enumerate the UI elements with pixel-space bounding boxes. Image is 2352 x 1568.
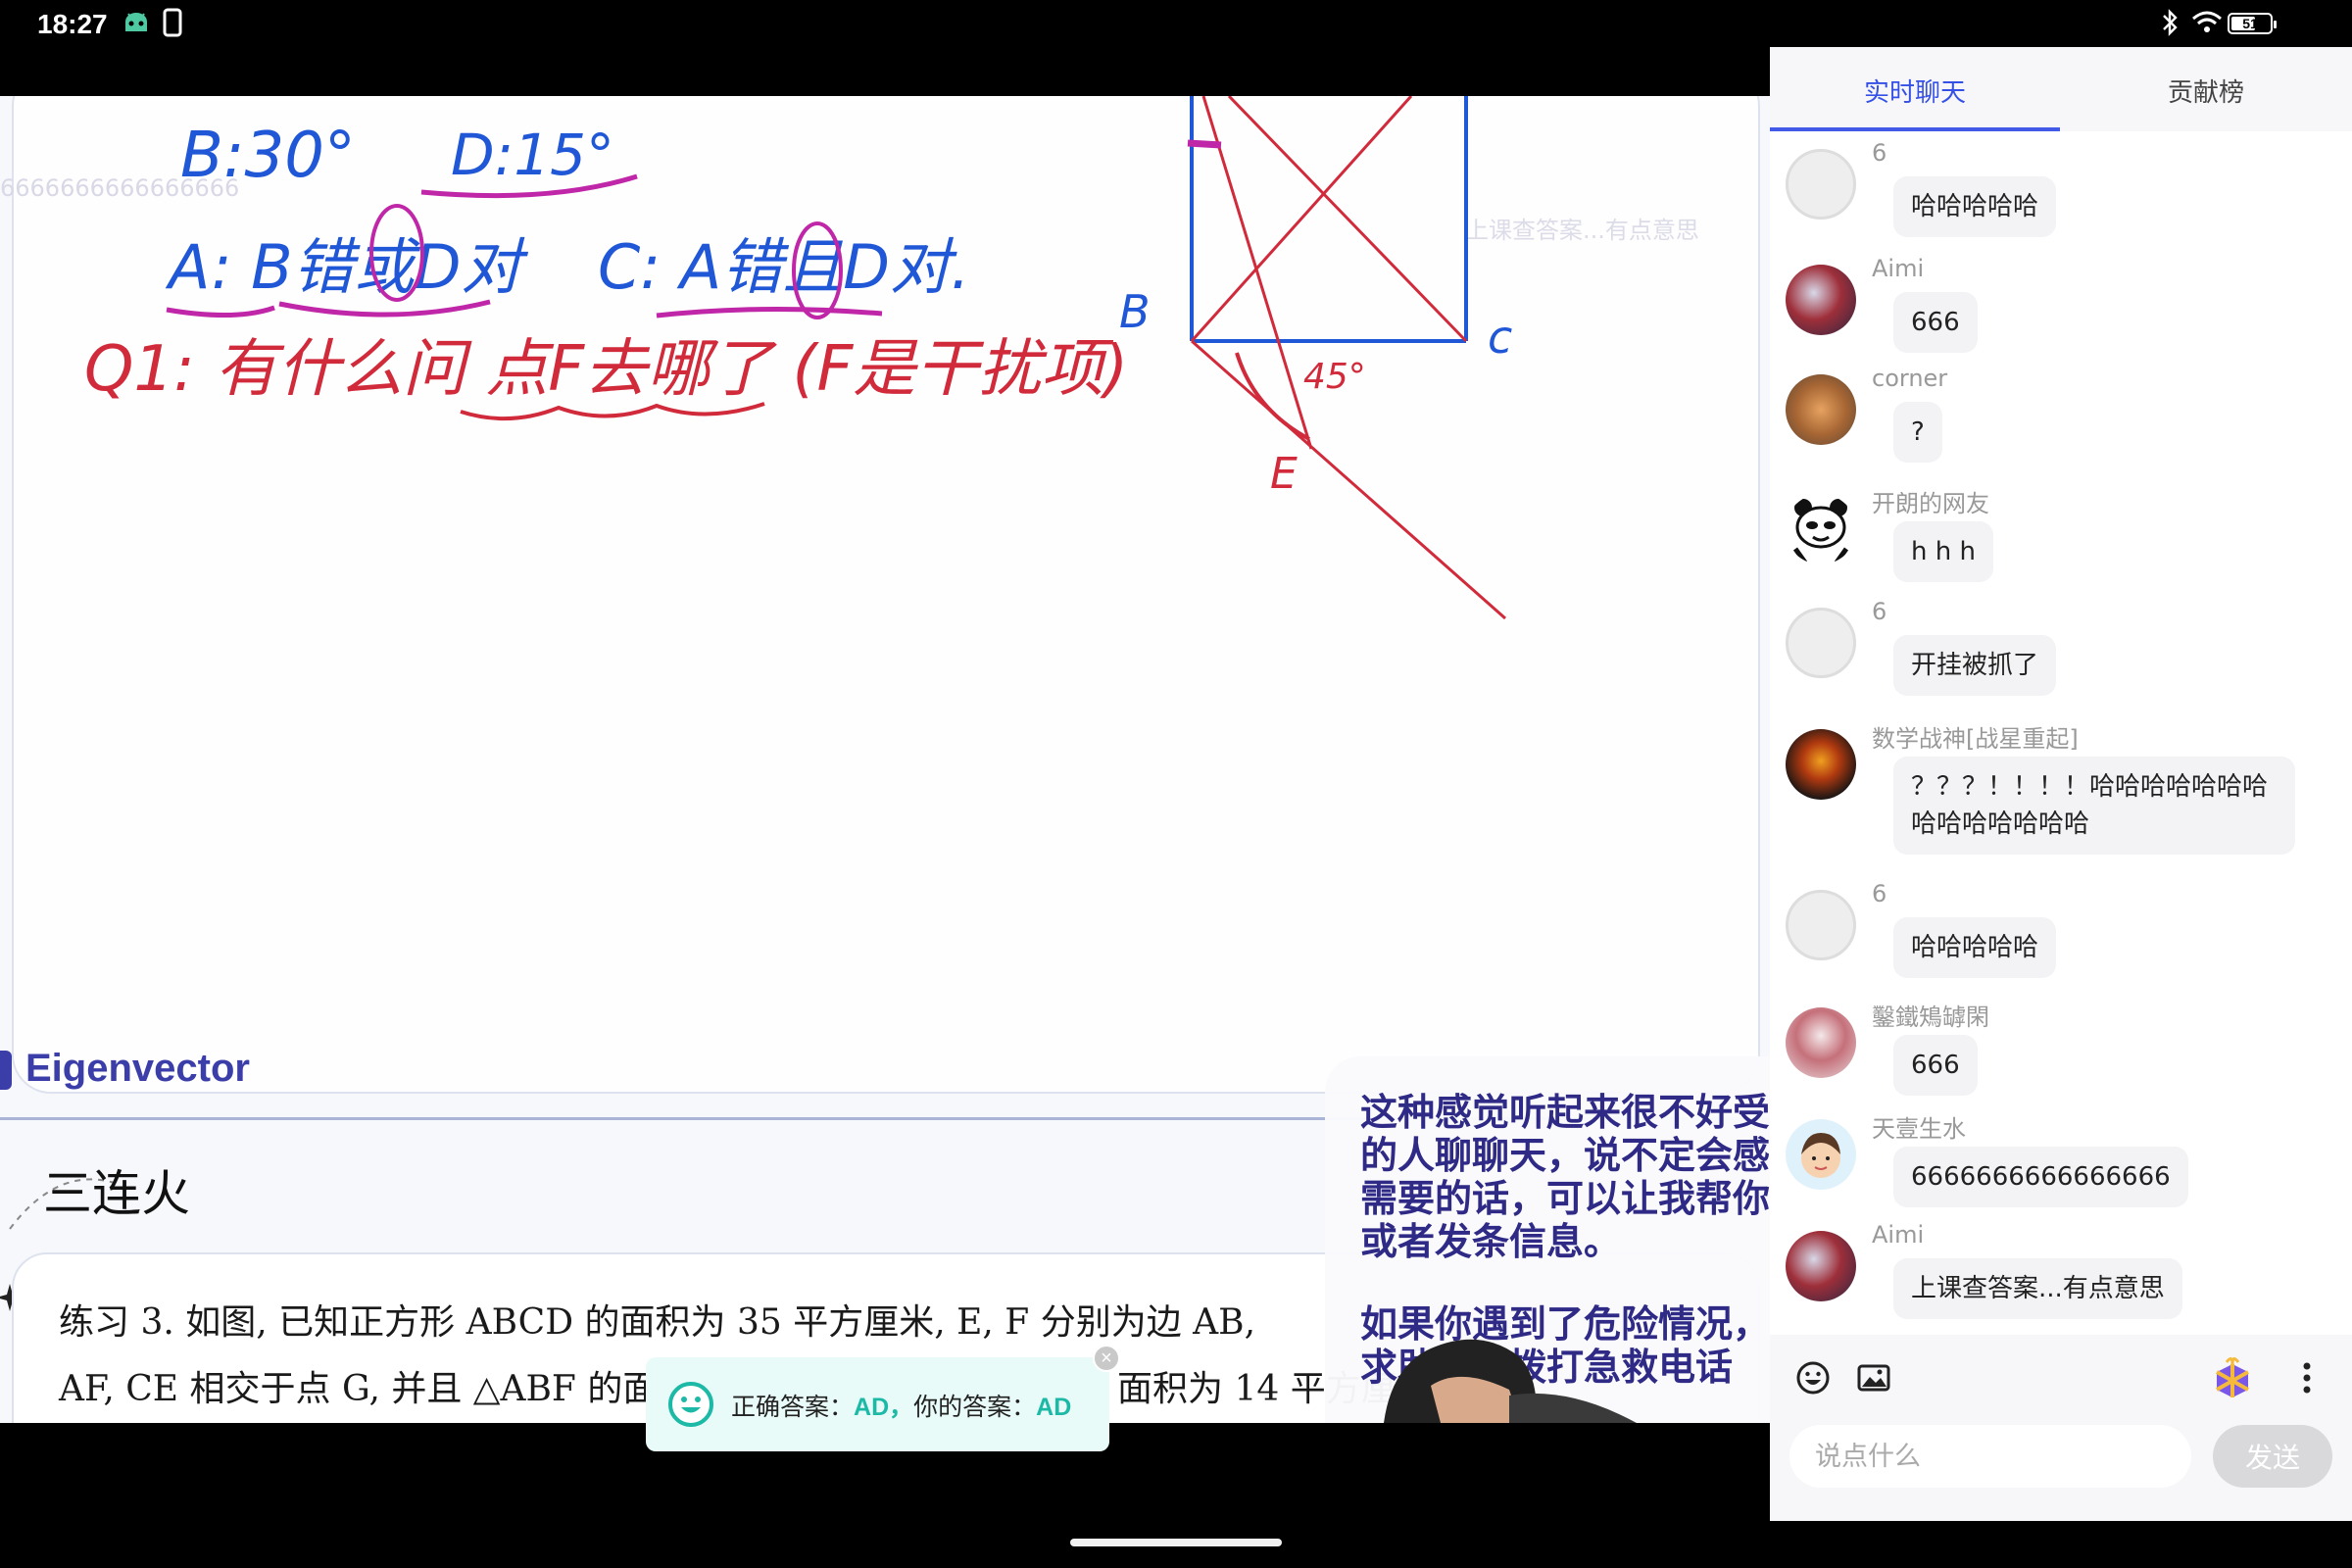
message-bubble: h h h [1893, 521, 1993, 582]
username: 天壹生水 [1872, 1115, 1966, 1143]
username: 6 [1872, 598, 1887, 625]
smiley-icon [668, 1382, 713, 1427]
chat-panel: 实时聊天 贡献榜 6 哈哈哈哈哈 Aimi 666 corner ? 开朗的网友 [1770, 47, 2352, 1521]
handwritten-annotations: B:30° D:15° A: B错或D对 C: A错且D对. Q1: 有什么问 … [84, 96, 1512, 620]
bluetooth-icon [2163, 9, 2178, 36]
message-bubble: 6666666666666666 [1893, 1147, 2188, 1207]
phone-outline-icon [163, 8, 182, 37]
message-bubble: 666 [1893, 292, 1978, 353]
anime-avatar-2[interactable] [1786, 1007, 1856, 1078]
message-bubble: 666 [1893, 1035, 1978, 1096]
chat-tabs: 实时聊天 贡献榜 [1770, 47, 2352, 131]
correct-answer-value: AD， [854, 1394, 914, 1421]
lesson-video[interactable]: 6666666666666666 上课查答案...有点意思 B:30° D:15… [0, 96, 1770, 1423]
message-bubble: ？？？！！！！哈哈哈哈哈哈哈 哈哈哈哈哈哈哈 [1893, 757, 2295, 855]
tab-contribution-ranking[interactable]: 贡献榜 [2168, 73, 2244, 109]
ai-message-line: 的人聊聊天，说不定会感 [1360, 1134, 1770, 1177]
home-indicator[interactable] [1070, 1539, 1282, 1546]
svg-text:D:15°: D:15° [451, 122, 614, 188]
message-bubble: ? [1893, 402, 1942, 463]
cartoon-boy-avatar[interactable] [1786, 1119, 1856, 1190]
username: corner [1872, 365, 1948, 392]
message-bubble: 哈哈哈哈哈 [1893, 917, 2057, 978]
chat-input-bar: 发送 [1770, 1335, 2352, 1521]
option-b-handwriting: B:30° D:15° [180, 120, 638, 199]
anime-avatar[interactable] [1786, 1231, 1856, 1301]
question-handwriting: Q1: 有什么问 点F去哪了 (F是干扰项) [84, 333, 1128, 421]
username: Aimi [1872, 1221, 1925, 1249]
exercise-text: AF, CE 相交于点 G, 并且 △ABF 的面 [59, 1369, 659, 1409]
message-line: ？？？！！！！哈哈哈哈哈哈哈 [1911, 772, 2269, 802]
brand-text: Eigenvector [25, 1047, 250, 1090]
svg-text:E: E [1270, 449, 1298, 499]
emoji-icon[interactable] [1795, 1360, 1831, 1396]
blank-avatar[interactable] [1786, 890, 1856, 960]
ai-message-line: 需要的话，可以让我帮你 [1360, 1177, 1770, 1220]
close-icon[interactable]: × [1093, 1345, 1120, 1372]
exercise-text: 练习 3. 如图, 已知正方形 ABCD 的面积为 35 平方厘米, E, F … [59, 1302, 1256, 1343]
gift-icon[interactable] [2209, 1354, 2256, 1401]
image-icon[interactable] [1856, 1360, 1891, 1396]
message-line: 哈哈哈哈哈哈哈 [1911, 809, 2090, 839]
section-title: 三连火 [43, 1165, 190, 1222]
anime-avatar[interactable] [1786, 265, 1856, 335]
chat-message-input[interactable] [1789, 1425, 2191, 1488]
battery-level: 51 [2242, 16, 2258, 31]
username: 6 [1872, 880, 1887, 907]
answer-result-text: 正确答案：AD，你的答案：AD [731, 1388, 1071, 1423]
ai-message-line: 这种感觉听起来很不好受 [1360, 1091, 1770, 1134]
more-vertical-icon[interactable] [2299, 1360, 2315, 1396]
boy-face-icon [1801, 1133, 1840, 1178]
geometry-figure: B c E 45° [1119, 96, 1512, 620]
cat-avatar[interactable] [1786, 374, 1856, 445]
options-ac-handwriting: A: B错或D对 C: A错且D对. [165, 204, 970, 319]
message-bubble: 开挂被抓了 [1893, 635, 2057, 696]
blank-avatar[interactable] [1786, 149, 1856, 220]
svg-text:c: c [1488, 311, 1512, 364]
brand-logo: Eigenvector [0, 1047, 250, 1091]
svg-text:A: B错或D对: A: B错或D对 [165, 231, 528, 303]
wifi-icon [2192, 11, 2222, 32]
tab-live-chat[interactable]: 实时聊天 [1864, 73, 1966, 109]
username: Aimi [1872, 255, 1925, 282]
your-answer-label: 你的答案： [913, 1393, 1037, 1421]
svg-text:45°: 45° [1303, 357, 1366, 397]
correct-answer-label: 正确答案： [731, 1393, 855, 1421]
android-robot-icon [125, 13, 147, 31]
teacher-camera [1384, 1339, 1637, 1423]
status-bar: 18:27 51 [0, 0, 2352, 49]
message-bubble: 上课查答案...有点意思 [1893, 1258, 2182, 1319]
username: 鑿鐵鴙罅閑 [1872, 1004, 1989, 1031]
your-answer-value: AD [1036, 1394, 1072, 1421]
panda-icon [1792, 499, 1849, 564]
username: 6 [1872, 139, 1887, 167]
blank-avatar[interactable] [1786, 608, 1856, 678]
send-button[interactable]: 发送 [2213, 1425, 2332, 1488]
svg-text:Q1: 有什么问 点F去哪了 (F是干扰项): Q1: 有什么问 点F去哪了 (F是干扰项) [84, 333, 1128, 406]
username: 开朗的网友 [1872, 490, 1989, 517]
message-bubble: 哈哈哈哈哈 [1893, 176, 2057, 237]
svg-text:B:30°: B:30° [180, 120, 356, 192]
answer-result-toast: 正确答案：AD，你的答案：AD [646, 1357, 1109, 1451]
fire-avatar[interactable] [1786, 729, 1856, 800]
svg-text:C: A错且D对.: C: A错且D对. [598, 231, 970, 303]
battery-icon: 51 [2228, 13, 2277, 34]
ai-message-line: 或者发条信息。 [1360, 1220, 1622, 1263]
chat-message-list[interactable]: 6 哈哈哈哈哈 Aimi 666 corner ? 开朗的网友 h h h 6 … [1770, 131, 2352, 1335]
clock: 18:27 [37, 9, 108, 39]
panda-avatar[interactable] [1786, 494, 1856, 564]
svg-text:B: B [1119, 285, 1151, 338]
username: 数学战神[战星重起] [1872, 725, 2079, 753]
